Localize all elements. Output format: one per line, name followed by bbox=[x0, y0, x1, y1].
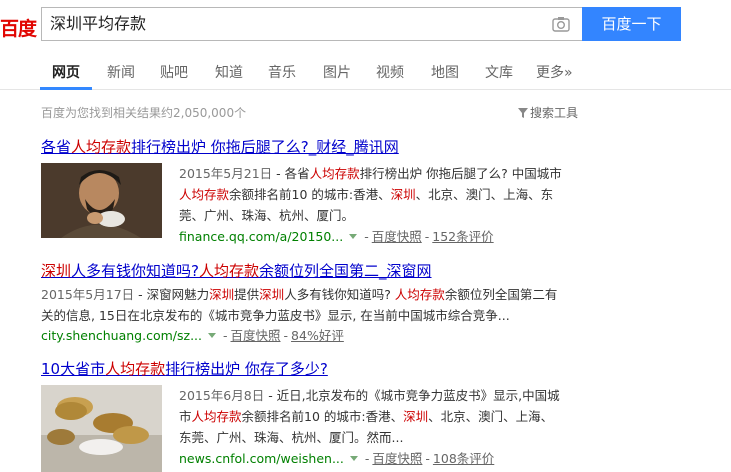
search-tools-label: 搜索工具 bbox=[530, 106, 579, 120]
snippet-text: 余额位列全国第二有 bbox=[444, 287, 558, 302]
funnel-icon bbox=[518, 108, 528, 118]
snippet-highlight: 深圳 bbox=[259, 287, 285, 302]
tab-more[interactable]: 更多» bbox=[536, 62, 573, 82]
rating-link[interactable]: 108条评价 bbox=[433, 451, 494, 466]
result-snippet: 2015年5月17日 - 深窗网魅力深圳提供深圳人多有钱你知道吗? 人均存款余额… bbox=[41, 284, 581, 326]
title-text: 排行榜出炉 你拖后腿了么?_财经_腾讯网 bbox=[131, 138, 399, 156]
tab-images[interactable]: 图片 bbox=[323, 62, 351, 82]
tab-video[interactable]: 视频 bbox=[376, 62, 404, 82]
thumbnail-image bbox=[41, 385, 162, 472]
search-button[interactable]: 百度一下 bbox=[582, 7, 681, 41]
search-input[interactable] bbox=[50, 8, 540, 40]
result-url[interactable]: news.cnfol.com/weishen... bbox=[179, 451, 344, 466]
tab-web[interactable]: 网页 bbox=[52, 62, 80, 82]
snippet-highlight: 深圳 bbox=[403, 409, 429, 424]
result-date: 2015年5月21日 bbox=[179, 166, 273, 181]
result-url[interactable]: finance.qq.com/a/20150... bbox=[179, 229, 343, 244]
snippet-highlight: 人均存款 bbox=[394, 287, 445, 302]
result-date: 2015年6月8日 bbox=[179, 388, 265, 403]
result-snippet: 2015年6月8日 - 近日,北京发布的《城市竞争力蓝皮书》显示,中国城 市人均… bbox=[179, 385, 579, 448]
result-thumbnail[interactable] bbox=[41, 163, 162, 238]
result-count: 百度为您找到相关结果约2,050,000个 bbox=[41, 106, 247, 120]
rating-link[interactable]: 84%好评 bbox=[291, 328, 344, 343]
result-thumbnail[interactable] bbox=[41, 385, 162, 472]
camera-icon[interactable] bbox=[552, 16, 570, 32]
snippet-text: - 各省 bbox=[272, 166, 310, 181]
snippet-highlight: 人均存款 bbox=[309, 166, 360, 181]
snippet-text: 排行榜出炉 你拖后腿了么? 中国城市 bbox=[359, 166, 562, 181]
snippet-highlight: 深圳 bbox=[209, 287, 235, 302]
snippet-text: 东莞、广州、珠海、杭州、厦门。然而... bbox=[179, 430, 404, 445]
result-meta: news.cnfol.com/weishen... - 百度快照 -108条评价 bbox=[179, 451, 495, 466]
dropdown-arrow-icon[interactable] bbox=[208, 333, 216, 338]
title-text: 各省 bbox=[41, 138, 72, 156]
dropdown-arrow-icon[interactable] bbox=[349, 456, 358, 461]
snippet-highlight: 人均存款 bbox=[179, 187, 230, 202]
snippet-highlight: 深圳 bbox=[390, 187, 416, 202]
result-title[interactable]: 各省人均存款排行榜出炉 你拖后腿了么?_财经_腾讯网 bbox=[41, 136, 399, 157]
snippet-text: - 深窗网魅力 bbox=[134, 287, 210, 302]
result-meta: city.shenchuang.com/sz... - 百度快照 -84%好评 bbox=[41, 328, 344, 343]
header: 百度 百度一下 bbox=[0, 0, 731, 50]
cache-link[interactable]: 百度快照 bbox=[372, 229, 422, 244]
snippet-text: 余额排名前10 的城市:香港、 bbox=[229, 187, 391, 202]
cache-link[interactable]: 百度快照 bbox=[231, 328, 281, 343]
snippet-text: 、北京、澳门、上海、东 bbox=[415, 187, 554, 202]
result-snippet: 2015年5月21日 - 各省人均存款排行榜出炉 你拖后腿了么? 中国城市 人均… bbox=[179, 163, 579, 226]
title-highlight: 人均存款 bbox=[198, 262, 259, 280]
snippet-text: 提供 bbox=[234, 287, 260, 302]
tab-map[interactable]: 地图 bbox=[431, 62, 459, 82]
baidu-logo[interactable]: 百度 bbox=[0, 14, 37, 41]
cache-link[interactable]: 百度快照 bbox=[372, 451, 422, 466]
result-date: 2015年5月17日 bbox=[41, 287, 135, 302]
snippet-text: 、北京、澳门、上海、 bbox=[428, 409, 554, 424]
title-highlight: 深圳 bbox=[41, 262, 72, 280]
title-text: 排行榜出炉 你存了多少? bbox=[165, 360, 328, 378]
title-highlight: 人均存款 bbox=[105, 360, 166, 378]
result-title[interactable]: 10大省市人均存款排行榜出炉 你存了多少? bbox=[41, 358, 328, 379]
title-text: 人多有钱你知道吗? bbox=[71, 262, 199, 280]
result-url[interactable]: city.shenchuang.com/sz... bbox=[41, 328, 202, 343]
rating-link[interactable]: 152条评价 bbox=[432, 229, 493, 244]
tab-wenku[interactable]: 文库 bbox=[485, 62, 513, 82]
thumbnail-image bbox=[41, 163, 162, 238]
tab-news[interactable]: 新闻 bbox=[107, 62, 135, 82]
snippet-text: 莞、广州、珠海、杭州、厦门。 bbox=[179, 208, 355, 223]
tab-music[interactable]: 音乐 bbox=[268, 62, 296, 82]
title-text: 10大省市 bbox=[41, 360, 106, 378]
result-meta: finance.qq.com/a/20150... - 百度快照 -152条评价 bbox=[179, 229, 494, 244]
title-text: 余额位列全国第二_深窗网 bbox=[259, 262, 432, 280]
snippet-text: 余额排名前10 的城市:香港、 bbox=[241, 409, 404, 424]
snippet-text: 关的信息, 15日在北京发布的《城市竞争力蓝皮书》显示, 在当前中国城市综合竞争… bbox=[41, 308, 510, 323]
search-tools-button[interactable]: 搜索工具 bbox=[518, 104, 578, 121]
search-box[interactable] bbox=[41, 7, 582, 41]
vertical-tabs: 网页 新闻 贴吧 知道 音乐 图片 视频 地图 文库 更多» bbox=[0, 50, 731, 90]
tab-tieba[interactable]: 贴吧 bbox=[160, 62, 188, 82]
snippet-text: 人多有钱你知道吗? bbox=[284, 287, 395, 302]
snippet-text: - 近日,北京发布的《城市竞争力蓝皮书》显示,中国城 bbox=[264, 388, 560, 403]
tab-zhidao[interactable]: 知道 bbox=[215, 62, 243, 82]
result-title[interactable]: 深圳人多有钱你知道吗?人均存款余额位列全国第二_深窗网 bbox=[41, 260, 432, 281]
title-highlight: 人均存款 bbox=[71, 138, 132, 156]
snippet-highlight: 人均存款 bbox=[191, 409, 242, 424]
dropdown-arrow-icon[interactable] bbox=[349, 234, 358, 239]
snippet-text: 市 bbox=[179, 409, 192, 424]
active-tab-indicator bbox=[40, 87, 92, 90]
